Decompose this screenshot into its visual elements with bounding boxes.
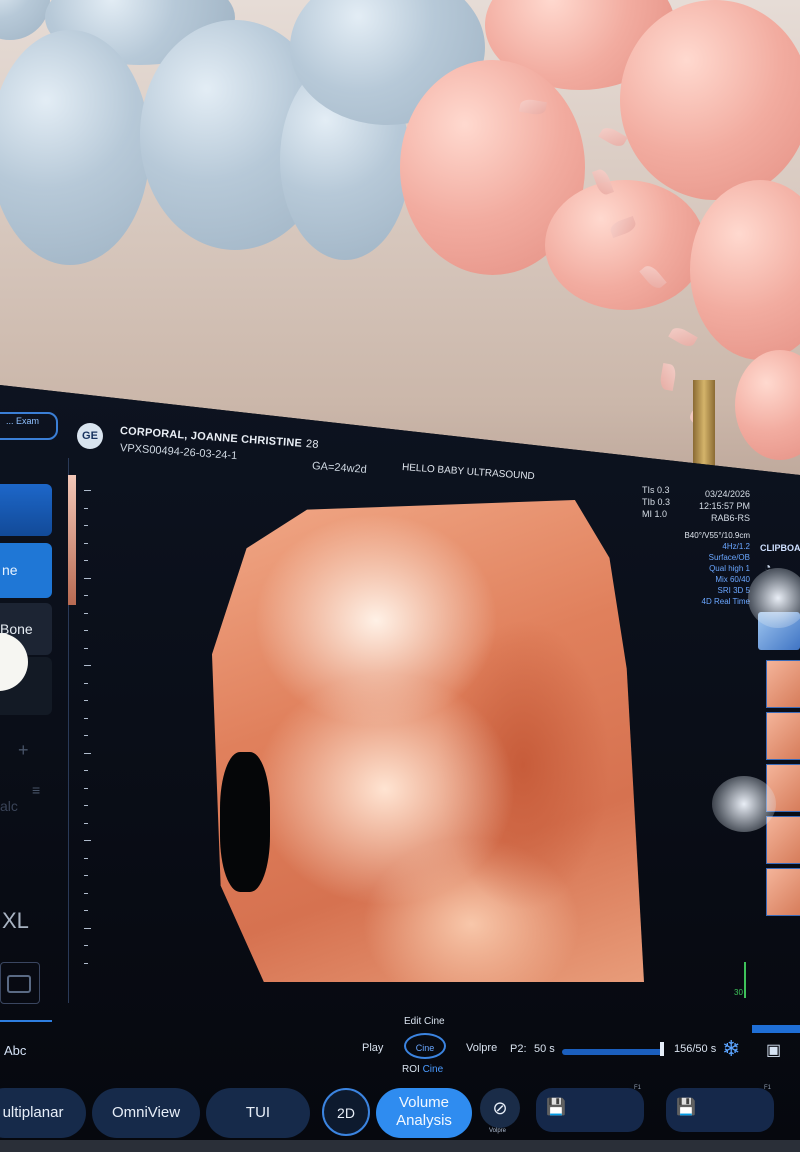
ruler-tick	[84, 717, 88, 719]
ruler-tick	[84, 822, 88, 824]
pink-balloon	[620, 0, 800, 200]
ruler-tick	[84, 927, 91, 929]
sidebar-item-preset[interactable]	[0, 484, 52, 536]
ruler-tick	[84, 875, 88, 876]
ruler-tick	[84, 577, 91, 579]
cine-slider-handle[interactable]	[660, 1042, 664, 1056]
glare-light	[712, 776, 776, 832]
edit-cine-label: Edit Cine	[404, 1016, 445, 1027]
ruler-tick	[84, 892, 88, 894]
ruler-tick	[84, 910, 88, 911]
display-layout-button[interactable]	[0, 962, 40, 1004]
clipboard-thumb[interactable]	[766, 868, 800, 916]
ruler-tick	[84, 525, 88, 526]
ruler-tick	[84, 507, 88, 509]
tab-label: 2D	[337, 1105, 355, 1121]
ge-logo: GE	[77, 423, 103, 449]
ruler-tick	[84, 962, 88, 964]
tab-label: Volume Analysis	[396, 1094, 452, 1129]
save-tab-1[interactable]: 💾	[536, 1088, 644, 1132]
frame-count: 156/50 s	[674, 1043, 717, 1055]
ruler-tick	[84, 490, 91, 491]
ruler-tick	[84, 752, 91, 754]
clipboard-thumb[interactable]	[766, 712, 800, 760]
roi-cine-label[interactable]: ROI Cine	[402, 1064, 443, 1075]
annotation-abc-button[interactable]: Abc	[4, 1043, 26, 1058]
xl-label: XL	[2, 908, 29, 933]
gray-scale-bar	[68, 475, 76, 605]
play-button[interactable]: Play	[362, 1042, 383, 1054]
render-shadow	[220, 752, 270, 892]
ruler-tick	[84, 612, 88, 614]
ruler-tick	[84, 770, 88, 771]
cine-slider[interactable]	[562, 1049, 664, 1055]
ruler-tick	[84, 857, 88, 859]
fetal-3d-render[interactable]	[212, 500, 644, 982]
p2-value: 50 s	[534, 1043, 555, 1055]
ruler-tick	[84, 805, 88, 806]
volpre-label[interactable]: Volpre	[466, 1042, 497, 1054]
scale-indicator	[744, 962, 746, 998]
ruler-tick	[84, 840, 91, 841]
ruler-tick	[84, 700, 88, 701]
p2-label: P2:	[510, 1043, 527, 1055]
ruler-tick	[84, 945, 88, 946]
scale-value: 30	[734, 988, 743, 997]
f1-label: F1	[634, 1085, 642, 1091]
menu-icon[interactable]: ≡	[32, 782, 40, 798]
divider	[0, 1020, 52, 1022]
sidebar-item-label: ne	[2, 562, 18, 578]
ruler-tick	[84, 682, 88, 684]
tab-2d[interactable]: 2D	[322, 1088, 370, 1136]
tab-multiplanar[interactable]: ultiplanar	[0, 1088, 86, 1138]
monitor-bottom-bezel	[0, 1140, 800, 1152]
ruler-tick	[84, 735, 88, 736]
save-icon[interactable]: ▣	[766, 1040, 781, 1060]
ruler-tick	[84, 630, 88, 631]
balloon-stand	[693, 380, 715, 470]
ruler-tick	[84, 595, 88, 596]
glare-light	[748, 568, 800, 628]
exam-button[interactable]: ... Exam	[0, 412, 58, 440]
pink-balloon	[545, 180, 705, 310]
tab-label: OmniView	[111, 1104, 181, 1121]
clipboard-thumb[interactable]	[766, 660, 800, 708]
tab-label: TUI	[245, 1104, 271, 1121]
roi-text: ROI	[402, 1064, 420, 1075]
ruler-tick	[84, 787, 88, 789]
cine-button[interactable]: Cine	[404, 1033, 446, 1059]
sidebar-item-tone[interactable]: ne	[0, 543, 52, 598]
ruler-tick	[84, 560, 88, 561]
clipboard-title: CLIPBOA	[760, 543, 800, 553]
tab-tui[interactable]: TUI	[206, 1088, 310, 1138]
plus-icon[interactable]: +	[18, 740, 29, 761]
patient-age: 28	[305, 438, 320, 451]
exam-button-label: ... Exam	[6, 416, 40, 426]
volpre-icon[interactable]: ⊘	[480, 1088, 520, 1128]
progress-bar	[752, 1025, 800, 1033]
roi-cine-text: Cine	[422, 1064, 444, 1075]
volpre-small-label: Volpre	[489, 1128, 507, 1134]
save-tab-2[interactable]: 💾	[666, 1088, 774, 1132]
f1-label: F1	[764, 1085, 772, 1091]
ruler-tick	[84, 542, 88, 544]
freeze-icon[interactable]: ❄	[722, 1036, 740, 1062]
tab-label: ultiplanar	[2, 1104, 64, 1121]
sidebar-faded-label: alc	[0, 798, 18, 814]
ruler-tick	[84, 665, 91, 666]
ruler-tick	[84, 647, 88, 649]
clipboard-thumb[interactable]	[766, 816, 800, 864]
tab-omniview[interactable]: OmniView	[92, 1088, 200, 1138]
tab-volume-analysis[interactable]: Volume Analysis	[376, 1088, 472, 1138]
